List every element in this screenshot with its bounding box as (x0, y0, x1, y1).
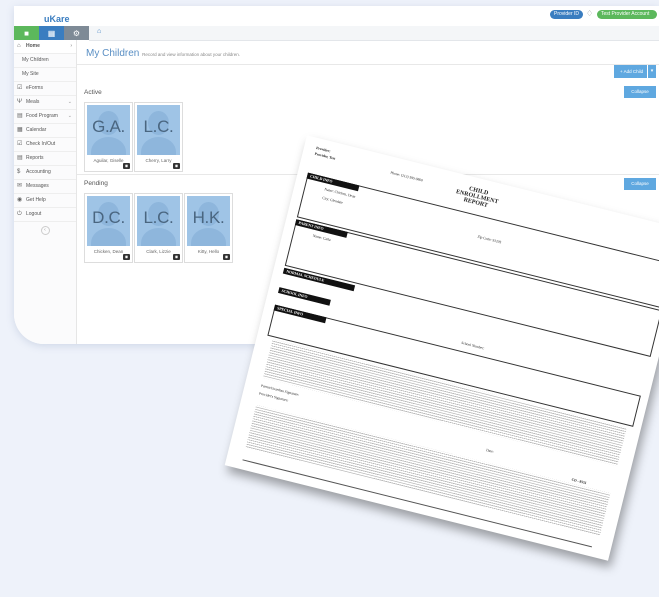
power-icon: ⏻ (17, 211, 22, 217)
camera-icon[interactable]: ◉ (123, 163, 130, 169)
child-initials: G.A. (92, 117, 125, 136)
camera-icon[interactable]: ◉ (173, 163, 180, 169)
sidebar-item-my-site[interactable]: My Site (14, 68, 76, 82)
page-title: My Children Record and view information … (86, 48, 240, 59)
chevron-down-icon[interactable]: ▾ (647, 65, 656, 78)
active-collapse-button[interactable]: Collapse (624, 86, 656, 98)
camera-icon[interactable]: ◉ (173, 254, 180, 260)
breadcrumb-bar: ⌂ (89, 26, 659, 41)
child-photo: L.C. (137, 105, 180, 155)
user-menu-pill[interactable]: Test Provider Account (597, 10, 657, 19)
module-icon-bar: ■ ▦ ⚙ (14, 26, 89, 40)
help-icon: ◉ (17, 197, 23, 203)
sidebar-item-label: Check In/Out (26, 141, 56, 147)
home-icon[interactable]: ⌂ (97, 28, 101, 35)
sidebar-item-home[interactable]: ⌂ Home › (14, 40, 76, 54)
sidebar-item-label: Messages (26, 183, 49, 189)
module-green-icon[interactable]: ■ (14, 26, 39, 40)
sidebar-item-eforms[interactable]: ☑ eForms (14, 82, 76, 96)
add-child-button[interactable]: + Add Child ▾ (614, 65, 656, 78)
child-initials: L.C. (143, 117, 174, 136)
module-blue-icon[interactable]: ▦ (39, 26, 64, 40)
sidebar-item-label: Get Help (26, 197, 46, 203)
sidebar-item-label: Home (26, 43, 40, 49)
sidebar-item-get-help[interactable]: ◉ Get Help (14, 194, 76, 208)
add-child-label: + Add Child (620, 69, 644, 74)
child-photo: L.C. (137, 196, 180, 246)
mail-icon: ✉ (17, 183, 23, 189)
pending-collapse-button[interactable]: Collapse (624, 178, 656, 190)
sidebar-item-label: My Site (22, 71, 39, 77)
date-label: Date: (485, 448, 495, 454)
sidebar-item-logout[interactable]: ⏻ Logout (14, 208, 76, 222)
sidebar-item-label: Calendar (26, 127, 47, 133)
provider-value: Provider, Test (314, 151, 336, 161)
child-card[interactable]: D.C. Chicken, Dean ◉ (84, 193, 133, 263)
sidebar-item-accounting[interactable]: $ Accounting (14, 166, 76, 180)
child-initials: L.C. (143, 208, 174, 227)
top-bar: uKare Provider ID ♢ Test Provider Accoun… (14, 6, 659, 26)
child-card[interactable]: L.C. Clark, Lizzie ◉ (134, 193, 183, 263)
check-icon: ☑ (17, 141, 23, 147)
report-icon: ▤ (17, 155, 23, 161)
cutlery-icon: Ψ (17, 99, 23, 105)
child-card[interactable]: L.C. Cherry, Larry ◉ (134, 102, 183, 172)
camera-icon[interactable]: ◉ (123, 254, 130, 260)
bell-icon[interactable]: ♢ (586, 9, 593, 18)
sidebar-item-check-in-out[interactable]: ☑ Check In/Out (14, 138, 76, 152)
child-initials: D.C. (92, 208, 125, 227)
sidebar-item-label: Reports (26, 155, 44, 161)
sidebar-item-food-program[interactable]: ▤ Food Program ⌄ (14, 110, 76, 124)
sidebar-item-meals[interactable]: Ψ Meals ⌄ (14, 96, 76, 110)
sidebar-item-label: Food Program (26, 113, 58, 119)
provider-phone: Phone: (213) 595-9800 (389, 170, 424, 183)
chevron-down-icon: ⌄ (67, 113, 72, 119)
provider-id-pill[interactable]: Provider ID (550, 10, 584, 19)
sidebar-item-calendar[interactable]: ▦ Calendar (14, 124, 76, 138)
sidebar-item-label: Logout (26, 211, 42, 217)
pending-section-title: Pending (84, 180, 108, 187)
sidebar-item-label: My Children (22, 57, 49, 63)
chevron-down-icon: ⌄ (67, 99, 72, 105)
page-title-text: My Children (86, 48, 140, 59)
section-bar: SCHOOL INFO (277, 287, 331, 306)
divider (77, 64, 659, 65)
sidebar-collapse-button[interactable]: ‹ (40, 226, 50, 235)
list-icon: ▤ (17, 113, 23, 119)
school-number-field: School Number: (460, 340, 485, 351)
check-icon: ☑ (17, 85, 23, 91)
sidebar-item-messages[interactable]: ✉ Messages (14, 180, 76, 194)
calendar-icon: ▦ (17, 127, 23, 133)
settings-gear-icon[interactable]: ⚙ (64, 26, 89, 40)
chevron-right-icon: › (70, 43, 72, 49)
sidebar-item-label: eForms (26, 85, 43, 91)
camera-icon[interactable]: ◉ (223, 254, 230, 260)
sidebar-item-label: Meals (26, 99, 40, 105)
sidebar-item-my-children[interactable]: My Children (14, 54, 76, 68)
sidebar-item-label: Accounting (26, 169, 51, 175)
child-card[interactable]: H.K. Kitty, Hello ◉ (184, 193, 233, 263)
child-initials: H.K. (192, 208, 225, 227)
child-card[interactable]: G.A. Aguilar, Giselle ◉ (84, 102, 133, 172)
page-subtitle: Record and view information about your c… (142, 52, 240, 57)
active-section-title: Active (84, 89, 102, 96)
home-icon: ⌂ (17, 43, 21, 49)
child-photo: H.K. (187, 196, 230, 246)
child-photo: G.A. (87, 105, 130, 155)
app-logo[interactable]: uKare (44, 14, 70, 24)
sidebar: ⌂ Home › My Children My Site ☑ eForms Ψ Meal… (14, 40, 77, 344)
dollar-icon: $ (17, 169, 21, 175)
child-photo: D.C. (87, 196, 130, 246)
sidebar-item-reports[interactable]: ▤ Reports (14, 152, 76, 166)
